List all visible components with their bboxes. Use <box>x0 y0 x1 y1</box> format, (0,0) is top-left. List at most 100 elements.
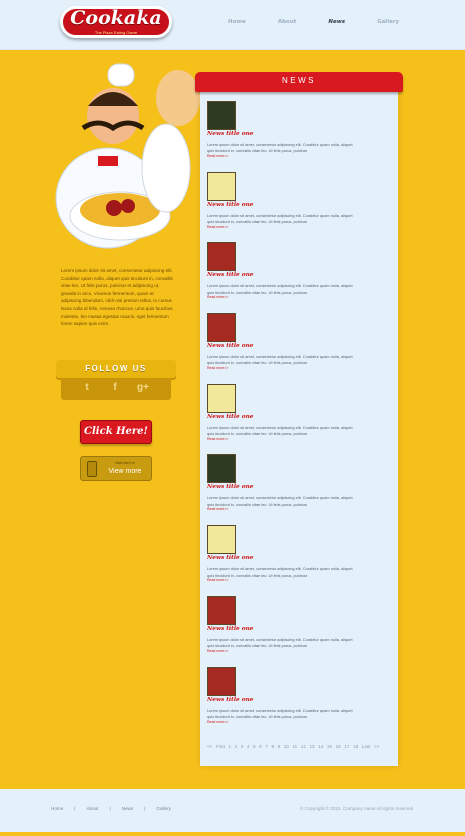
page-next-link[interactable]: >> <box>374 744 379 749</box>
page-link[interactable]: 13 <box>310 744 315 749</box>
click-here-button[interactable]: Click Here! <box>80 420 152 444</box>
news-item: News title one Lorem ipsum dolor sit ame… <box>207 525 387 596</box>
read-more-link[interactable]: Read more>> <box>207 225 228 229</box>
view-more-label: View more <box>108 468 142 475</box>
view-more-caption: click here to <box>115 461 135 465</box>
news-item-text: Lorem ipsum dolor sit amet, consectetur … <box>207 212 353 225</box>
news-item: News title one Lorem ipsum dolor sit ame… <box>207 595 387 667</box>
read-more-link[interactable]: Read more>> <box>207 366 228 370</box>
news-thumbnail[interactable] <box>207 525 236 555</box>
nav-gallery[interactable]: Gallery <box>377 19 399 25</box>
click-here-label: Click Here! <box>84 426 148 437</box>
follow-us-title: FOLLOW US <box>85 364 147 373</box>
news-item-title[interactable]: News title one <box>207 697 254 703</box>
news-item-text: Lorem ipsum dolor sit amet, consectetur … <box>207 636 353 649</box>
view-more-button[interactable]: click here to View more <box>80 456 152 481</box>
news-item-text: Lorem ipsum dolor sit amet, consectetur … <box>207 707 353 719</box>
nav-home[interactable]: Home <box>228 19 246 25</box>
page-link[interactable]: 17 <box>344 744 349 749</box>
news-thumbnail[interactable] <box>207 666 236 696</box>
news-item-title[interactable]: News title one <box>207 414 254 420</box>
follow-us-box: FOLLOW US t f g+ <box>56 356 176 402</box>
news-item-title[interactable]: News title one <box>207 626 254 632</box>
news-item: News title one Lorem ipsum dolor sit ame… <box>207 242 387 313</box>
news-item-text: Lorem ipsum dolor sit amet, consectetur … <box>207 424 353 437</box>
news-thumbnail[interactable] <box>207 595 236 625</box>
page-link[interactable]: 12 <box>301 744 306 749</box>
news-heading: NEWS <box>282 76 316 85</box>
page-link[interactable]: 7 <box>265 744 268 749</box>
page-first-link[interactable]: First <box>216 744 225 749</box>
page-link[interactable]: 1 <box>228 744 231 749</box>
twitter-icon[interactable]: t <box>80 382 94 394</box>
read-more-link[interactable]: Read more>> <box>207 720 228 724</box>
news-item-title[interactable]: News title one <box>207 484 254 490</box>
news-item: News title one Lorem ipsum dolor sit ame… <box>207 171 387 243</box>
news-banner: NEWS <box>195 72 403 92</box>
nav-about[interactable]: About <box>278 19 297 25</box>
footer-separator: | <box>109 806 111 811</box>
news-item: News title one Lorem ipsum dolor sit ame… <box>207 454 387 525</box>
page-link[interactable]: 5 <box>253 744 256 749</box>
page-link[interactable]: 2 <box>235 744 238 749</box>
page-link[interactable]: 9 <box>278 744 281 749</box>
news-item-text: Lorem ipsum dolor sit amet, consectetur … <box>207 142 353 154</box>
news-item: News title one Lorem ipsum dolor sit ame… <box>207 666 387 738</box>
main-nav: Home About News Gallery <box>228 19 431 25</box>
read-more-link[interactable]: Read more>> <box>207 578 228 582</box>
logo-text: Cookaka <box>70 7 162 29</box>
page-link[interactable]: 15 <box>327 744 332 749</box>
header: Cookaka The Pizza Eating Game Home About… <box>0 0 465 50</box>
news-item: News title one Lorem ipsum dolor sit ame… <box>207 313 387 384</box>
page-link[interactable]: 8 <box>271 744 274 749</box>
copyright-text: © Copyright © 2015. Company name All rig… <box>300 806 414 811</box>
news-thumbnail[interactable] <box>207 242 236 272</box>
news-item-title[interactable]: News title one <box>207 272 254 278</box>
news-item-title[interactable]: News title one <box>207 131 254 137</box>
news-item-title[interactable]: News title one <box>207 343 254 349</box>
footer-separator: | <box>144 806 146 811</box>
chef-mascot-illustration <box>55 63 200 249</box>
read-more-link[interactable]: Read more>> <box>207 154 228 158</box>
page-link[interactable]: 16 <box>336 744 341 749</box>
news-item-text: Lorem ipsum dolor sit amet, consectetur … <box>207 566 353 578</box>
news-thumbnail[interactable] <box>207 383 236 413</box>
page-link[interactable]: 11 <box>292 744 297 749</box>
nav-news[interactable]: News <box>328 19 345 25</box>
news-item-text: Lorem ipsum dolor sit amet, consectetur … <box>207 354 353 366</box>
news-thumbnail[interactable] <box>207 454 236 484</box>
footer-link-about[interactable]: About <box>86 806 98 811</box>
read-more-link[interactable]: Read more>> <box>207 507 228 511</box>
footer-nav: Home | About | News | Gallery <box>51 806 171 811</box>
footer-separator: | <box>74 806 76 811</box>
logo-tagline: The Pizza Eating Game <box>94 30 138 35</box>
news-thumbnail[interactable] <box>207 313 236 343</box>
logo[interactable]: Cookaka The Pizza Eating Game <box>60 6 172 38</box>
page-link[interactable]: 18 <box>353 744 358 749</box>
page-last-link[interactable]: Last <box>362 744 371 749</box>
news-item-text: Lorem ipsum dolor sit amet, consectetur … <box>207 495 353 507</box>
news-item: News title one Lorem ipsum dolor sit ame… <box>207 383 387 455</box>
footer-link-news[interactable]: News <box>122 806 134 811</box>
google-plus-icon[interactable]: g+ <box>136 382 150 394</box>
page-link[interactable]: 10 <box>284 744 289 749</box>
page-link[interactable]: 6 <box>259 744 262 749</box>
page-link[interactable]: 14 <box>318 744 323 749</box>
read-more-link[interactable]: Read more>> <box>207 295 228 299</box>
page-link[interactable]: 4 <box>247 744 250 749</box>
read-more-link[interactable]: Read more>> <box>207 649 228 653</box>
facebook-icon[interactable]: f <box>108 382 122 394</box>
news-thumbnail[interactable] <box>207 171 236 201</box>
news-item-title[interactable]: News title one <box>207 555 254 561</box>
read-more-link[interactable]: Read more>> <box>207 437 228 441</box>
pagination: << First 1 2 3 4 5 6 7 8 9 10 11 12 13 1… <box>207 744 397 749</box>
page-prev-link[interactable]: << <box>207 744 212 749</box>
news-item: News title one Lorem ipsum dolor sit ame… <box>207 101 387 172</box>
sidebar-description: Lorem ipsum dolor sit amet, consectetur … <box>61 268 173 327</box>
news-item-title[interactable]: News title one <box>207 202 254 208</box>
page-link[interactable]: 3 <box>241 744 244 749</box>
footer-link-gallery[interactable]: Gallery <box>156 806 171 811</box>
news-item-text: Lorem ipsum dolor sit amet, consectetur … <box>207 283 353 295</box>
footer-link-home[interactable]: Home <box>51 806 63 811</box>
news-thumbnail[interactable] <box>207 101 236 130</box>
